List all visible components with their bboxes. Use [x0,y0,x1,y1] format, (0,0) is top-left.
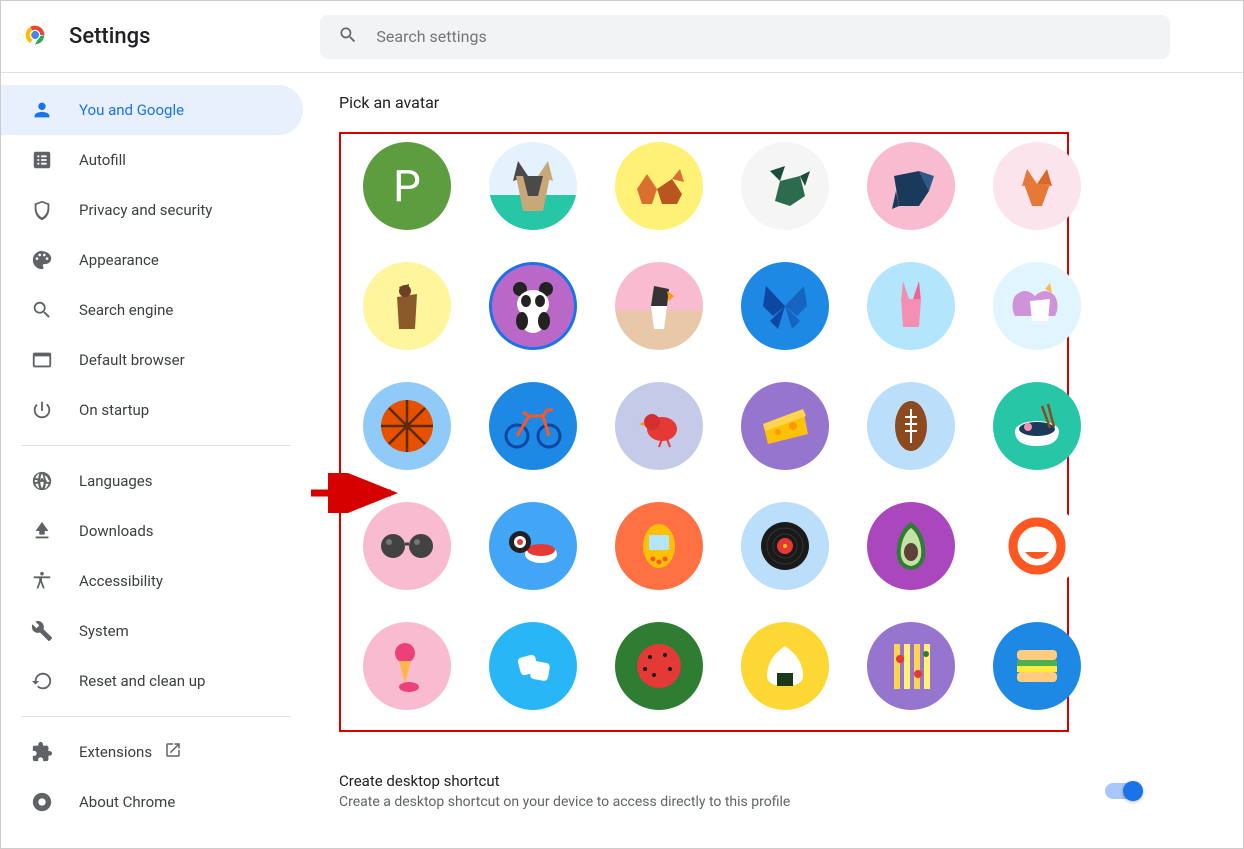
avatar-cat[interactable] [489,142,577,230]
avatar-smile-ring[interactable] [993,502,1081,590]
chrome-logo-icon [21,21,69,53]
system-icon [31,620,53,642]
sidebar-item-label: Reset and clean up [79,672,205,690]
content: You and Google Autofill Privacy and securi… [1,73,1243,848]
avatar-fox-pink[interactable] [993,142,1081,230]
avatar-bicycle[interactable] [489,382,577,470]
search-input[interactable] [376,27,1152,46]
languages-icon [31,470,53,492]
sidebar-item-label: Extensions [79,743,152,761]
sidebar-item-label: System [79,622,129,640]
sidebar-item-about[interactable]: About Chrome [1,777,303,827]
autofill-icon [31,149,53,171]
avatar-football[interactable] [867,382,955,470]
search-icon [338,25,376,49]
annotation-arrow-icon [311,473,521,513]
avatar-letter-p[interactable]: P [363,142,451,230]
sidebar-divider [21,445,291,446]
you-and-google-icon [31,99,53,121]
shortcut-description: Create a desktop shortcut on your device… [339,794,1105,810]
page-title: Settings [69,24,150,49]
about-icon [31,791,53,813]
sidebar-item-label: Search engine [79,301,173,319]
sidebar-item-label: Languages [79,472,153,490]
avatar-fox[interactable] [615,142,703,230]
sidebar-item-label: Downloads [79,522,154,540]
avatar-dragon[interactable] [741,142,829,230]
sidebar: You and Google Autofill Privacy and securi… [1,73,311,848]
header: Settings [1,1,1243,73]
sidebar-item-label: You and Google [79,101,184,119]
sidebar-item-autofill[interactable]: Autofill [1,135,303,185]
downloads-icon [31,520,53,542]
avatar-icecream[interactable] [363,622,451,710]
sidebar-divider [21,716,291,717]
sidebar-item-label: Appearance [79,251,159,269]
avatar-cat-yellow[interactable] [363,262,451,350]
external-link-icon [164,741,182,763]
avatar-grid-annotation-box: P [339,132,1069,732]
avatar-section-title: Pick an avatar [339,93,1215,112]
avatar-rabbit[interactable] [867,262,955,350]
avatar-cheese[interactable] [741,382,829,470]
default-browser-icon [31,349,53,371]
sidebar-item-system[interactable]: System [1,606,303,656]
avatar-panda[interactable] [489,262,577,350]
reset-icon [31,670,53,692]
sidebar-item-extensions[interactable]: Extensions [1,727,303,777]
avatar-sunglasses[interactable] [363,502,451,590]
create-shortcut-row: Create desktop shortcut Create a desktop… [339,772,1159,810]
avatar-pizza[interactable] [867,622,955,710]
sidebar-item-default-browser[interactable]: Default browser [1,335,303,385]
sidebar-item-appearance[interactable]: Appearance [1,235,303,285]
avatar-tamagotchi[interactable] [615,502,703,590]
extensions-icon [31,741,53,763]
sidebar-item-label: About Chrome [79,793,175,811]
avatar-unicorn[interactable] [993,262,1081,350]
shortcut-title: Create desktop shortcut [339,772,1105,790]
sidebar-item-privacy[interactable]: Privacy and security [1,185,303,235]
avatar-onigiri[interactable] [741,622,829,710]
sidebar-item-label: On startup [79,401,149,419]
avatar-avocado[interactable] [867,502,955,590]
sidebar-item-label: Privacy and security [79,201,212,219]
sidebar-item-you-and-google[interactable]: You and Google [1,85,303,135]
avatar-marshmallow[interactable] [489,622,577,710]
appearance-icon [31,249,53,271]
avatar-basketball[interactable] [363,382,451,470]
create-shortcut-toggle[interactable] [1105,783,1141,799]
sidebar-item-search-engine[interactable]: Search engine [1,285,303,335]
avatar-elephant[interactable] [867,142,955,230]
accessibility-icon [31,570,53,592]
avatar-watermelon[interactable] [615,622,703,710]
avatar-sushi[interactable] [489,502,577,590]
avatar-vinyl[interactable] [741,502,829,590]
privacy-icon [31,199,53,221]
sidebar-item-label: Autofill [79,151,126,169]
sidebar-item-languages[interactable]: Languages [1,456,303,506]
sidebar-item-label: Default browser [79,351,185,369]
avatar-penguin[interactable] [615,262,703,350]
sidebar-item-label: Accessibility [79,572,163,590]
search-settings-box[interactable] [320,15,1170,59]
avatar-grid: P [363,142,1045,710]
search-engine-icon [31,299,53,321]
sidebar-item-accessibility[interactable]: Accessibility [1,556,303,606]
sidebar-item-reset[interactable]: Reset and clean up [1,656,303,706]
avatar-bird[interactable] [615,382,703,470]
avatar-sandwich[interactable] [993,622,1081,710]
sidebar-item-downloads[interactable]: Downloads [1,506,303,556]
sidebar-item-on-startup[interactable]: On startup [1,385,303,435]
main-panel: Pick an avatar P Create desktop shortcut… [311,73,1243,848]
avatar-butterfly[interactable] [741,262,829,350]
on-startup-icon [31,399,53,421]
avatar-ramen[interactable] [993,382,1081,470]
